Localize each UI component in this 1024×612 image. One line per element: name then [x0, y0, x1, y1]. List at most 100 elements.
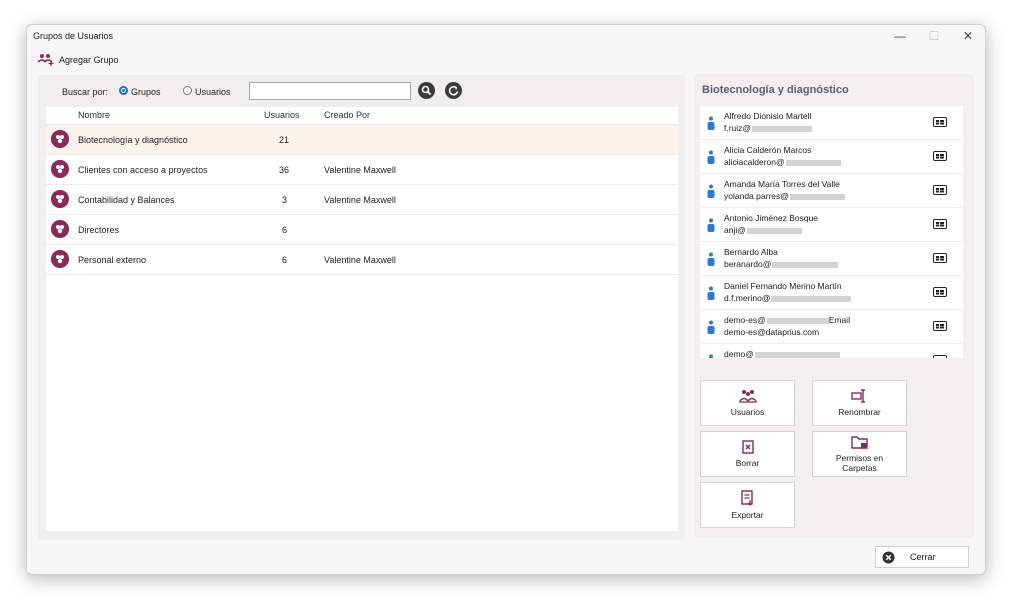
user-card-icon[interactable]	[933, 219, 947, 229]
table-row[interactable]: Personal externo 6 Valentine Maxwell	[46, 245, 678, 275]
export-document-icon	[740, 490, 753, 506]
users-button[interactable]: Usuarios	[700, 380, 795, 426]
group-users-count: 6	[282, 255, 288, 265]
list-item[interactable]: Amanda María Torres del Valle yolanda.pa…	[700, 174, 963, 208]
groups-window: Grupos de Usuarios — ☐ ✕ Agregar Grupo B…	[26, 24, 986, 575]
user-name: Alicia Calderón Marcos	[724, 145, 812, 155]
group-created-by: Valentine Maxwell	[324, 195, 396, 205]
group-created-by: Valentine Maxwell	[324, 255, 396, 265]
group-users-list: Alfredo Dionisio Martell f.ruiz@ Alicia …	[700, 106, 963, 358]
user-card-icon[interactable]	[933, 185, 947, 195]
list-item[interactable]: Alicia Calderón Marcos aliciacalderon@	[700, 140, 963, 174]
group-users-count: 36	[279, 165, 290, 175]
folder-permissions-label: Permisos en Carpetas	[835, 453, 884, 473]
list-item[interactable]: Alfredo Dionisio Martell f.ruiz@	[700, 106, 963, 140]
group-icon	[51, 250, 69, 268]
close-circle-icon	[882, 551, 895, 563]
user-icon	[707, 150, 715, 164]
details-title: Biotecnología y diagnóstico	[702, 84, 849, 96]
user-email: yolanda.parres@	[724, 191, 845, 201]
radio-groups[interactable]	[119, 86, 128, 95]
group-created-by: Valentine Maxwell	[324, 165, 396, 175]
user-email: demo-es@dataprius.com	[724, 327, 820, 337]
delete-button-label: Borrar	[735, 458, 760, 468]
window-title: Grupos de Usuarios	[33, 31, 114, 41]
user-card-icon[interactable]	[933, 287, 947, 297]
user-icon	[709, 354, 713, 358]
user-card-icon[interactable]	[933, 355, 947, 358]
users-button-label: Usuarios	[730, 407, 765, 417]
list-item[interactable]: demo-es@ Email demo-es@dataprius.com	[700, 310, 963, 344]
rename-button[interactable]: Renombrar	[812, 380, 907, 426]
close-button[interactable]: Cerrar	[875, 546, 969, 568]
header-name[interactable]: Nombre	[78, 110, 110, 120]
group-name: Biotecnología y diagnóstico	[78, 135, 188, 145]
users-icon	[738, 390, 757, 403]
search-button[interactable]	[418, 82, 435, 99]
search-bar: Buscar por: Grupos Usuarios	[38, 75, 685, 107]
user-icon	[707, 116, 715, 130]
radio-users[interactable]	[183, 86, 192, 95]
rename-button-label: Renombrar	[838, 407, 881, 417]
minimize-button[interactable]: —	[883, 25, 917, 47]
table-row[interactable]: Contabilidad y Balances 3 Valentine Maxw…	[46, 185, 678, 215]
radio-groups-label[interactable]: Grupos	[131, 87, 161, 97]
export-button[interactable]: Exportar	[700, 482, 795, 528]
folder-permissions-button[interactable]: Permisos en Carpetas	[812, 431, 907, 477]
delete-button[interactable]: Borrar	[700, 431, 795, 477]
user-card-icon[interactable]	[933, 253, 947, 263]
user-card-icon[interactable]	[933, 321, 947, 331]
title-bar: Grupos de Usuarios — ☐ ✕	[27, 25, 985, 47]
list-item[interactable]: demo@	[700, 344, 963, 358]
refresh-icon	[448, 85, 459, 96]
user-name: Amanda María Torres del Valle	[724, 179, 840, 189]
export-button-label: Exportar	[731, 510, 764, 520]
group-icon	[51, 160, 69, 178]
user-name: Antonio Jiménez Bosque	[724, 213, 819, 223]
folder-lock-icon	[850, 436, 868, 449]
header-created-by[interactable]: Creado Por	[324, 110, 370, 120]
user-card-icon[interactable]	[933, 117, 947, 127]
search-input[interactable]	[253, 84, 407, 100]
close-window-button[interactable]: ✕	[951, 25, 985, 47]
group-users-count: 3	[282, 195, 288, 205]
group-name: Clientes con acceso a proyectos	[78, 165, 208, 175]
group-users-count: 6	[282, 225, 288, 235]
list-item[interactable]: Antonio Jiménez Bosque anji@	[700, 208, 963, 242]
group-name: Directores	[78, 225, 120, 235]
user-name: demo@	[724, 349, 840, 358]
user-name: Bernardo Alba	[724, 247, 778, 257]
list-item[interactable]: Bernardo Alba beranardo@	[700, 242, 963, 276]
user-name: Daniel Fernando Merino Martín	[724, 281, 842, 291]
user-card-icon[interactable]	[933, 151, 947, 161]
list-item[interactable]: Daniel Fernando Merino Martín d.f.merino…	[700, 276, 963, 310]
user-icon	[707, 218, 715, 232]
user-icon	[707, 252, 715, 266]
header-users[interactable]: Usuarios	[264, 110, 300, 120]
delete-file-icon	[741, 440, 754, 454]
group-name: Contabilidad y Balances	[78, 195, 175, 205]
add-group-button[interactable]: Agregar Grupo	[37, 53, 119, 66]
add-group-icon	[37, 54, 54, 66]
table-row[interactable]: Biotecnología y diagnóstico 21	[46, 125, 678, 155]
user-name: Alfredo Dionisio Martell	[724, 111, 812, 121]
table-row[interactable]: Clientes con acceso a proyectos 36 Valen…	[46, 155, 678, 185]
radio-users-label[interactable]: Usuarios	[195, 87, 231, 97]
user-email: beranardo@	[724, 259, 839, 269]
close-button-label: Cerrar	[910, 552, 936, 562]
search-by-label: Buscar por:	[62, 87, 109, 97]
maximize-button: ☐	[928, 29, 940, 43]
table-row[interactable]: Directores 6	[46, 215, 678, 245]
group-users-count: 21	[279, 135, 290, 145]
user-email: anji@	[724, 225, 802, 235]
user-icon	[707, 320, 715, 334]
refresh-button[interactable]	[445, 82, 462, 99]
table-header: Nombre Usuarios Creado Por	[46, 107, 678, 125]
groups-panel: Buscar por: Grupos Usuarios Nombre Usuar…	[38, 75, 685, 540]
user-email: f.ruiz@	[724, 123, 813, 133]
group-details-panel: Biotecnología y diagnóstico Alfredo Dion…	[694, 74, 974, 538]
search-field[interactable]	[249, 82, 411, 100]
group-icon	[51, 190, 69, 208]
user-name: demo-es@ Email	[724, 315, 850, 325]
add-group-label: Agregar Grupo	[59, 54, 119, 65]
